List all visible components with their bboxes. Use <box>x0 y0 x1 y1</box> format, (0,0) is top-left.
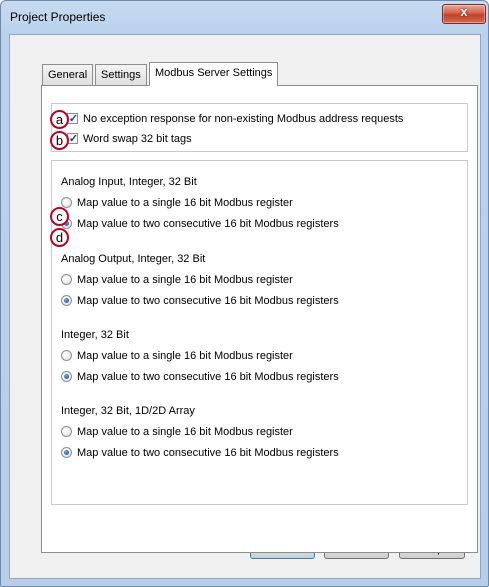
radio-single-register[interactable] <box>61 350 72 361</box>
group-heading-analog-output: Analog Output, Integer, 32 Bit <box>61 253 206 265</box>
callout-b: b <box>50 131 69 150</box>
no-exception-label: No exception response for non-existing M… <box>83 113 404 125</box>
callout-c: c <box>50 207 69 226</box>
tab-general[interactable]: General <box>42 64 94 85</box>
window-title: Project Properties <box>10 10 106 24</box>
radio-label: Map value to a single 16 bit Modbus regi… <box>77 274 293 286</box>
close-button[interactable]: x <box>442 4 486 24</box>
tab-settings[interactable]: Settings <box>95 64 147 85</box>
group-heading-analog-input: Analog Input, Integer, 32 Bit <box>61 176 197 188</box>
radio-single-register[interactable] <box>61 274 72 285</box>
callout-d: d <box>50 228 69 247</box>
group-heading-integer-array: Integer, 32 Bit, 1D/2D Array <box>61 405 195 417</box>
general-options-group: ✓ No exception response for non-existing… <box>51 103 468 152</box>
callout-a: a <box>50 110 69 129</box>
radio-label: Map value to a single 16 bit Modbus regi… <box>77 426 293 438</box>
title-bar[interactable]: Project Properties x <box>1 1 488 33</box>
check-icon: ✓ <box>68 133 79 145</box>
register-mapping-group: Analog Input, Integer, 32 Bit Map value … <box>51 160 468 505</box>
radio-label: Map value to a single 16 bit Modbus regi… <box>77 197 293 209</box>
dialog-body: General Settings Modbus Server Settings … <box>9 34 481 579</box>
radio-two-registers[interactable] <box>61 447 72 458</box>
dialog-window: Project Properties x General Settings Mo… <box>0 0 489 587</box>
radio-label: Map value to two consecutive 16 bit Modb… <box>77 218 339 230</box>
radio-label: Map value to two consecutive 16 bit Modb… <box>77 295 339 307</box>
radio-single-register[interactable] <box>61 426 72 437</box>
word-swap-label: Word swap 32 bit tags <box>83 133 192 145</box>
check-icon: ✓ <box>68 113 79 125</box>
close-icon: x <box>460 4 468 19</box>
group-heading-integer: Integer, 32 Bit <box>61 329 129 341</box>
tab-label: General <box>48 69 88 81</box>
tab-label: Settings <box>101 69 141 81</box>
radio-label: Map value to two consecutive 16 bit Modb… <box>77 447 339 459</box>
radio-two-registers[interactable] <box>61 295 72 306</box>
radio-two-registers[interactable] <box>61 371 72 382</box>
tab-modbus-server-settings[interactable]: Modbus Server Settings <box>149 62 279 86</box>
radio-label: Map value to two consecutive 16 bit Modb… <box>77 371 339 383</box>
radio-single-register[interactable] <box>61 197 72 208</box>
tab-panel: ✓ No exception response for non-existing… <box>41 85 478 553</box>
radio-label: Map value to a single 16 bit Modbus regi… <box>77 350 293 362</box>
tab-label: Modbus Server Settings <box>155 67 273 79</box>
